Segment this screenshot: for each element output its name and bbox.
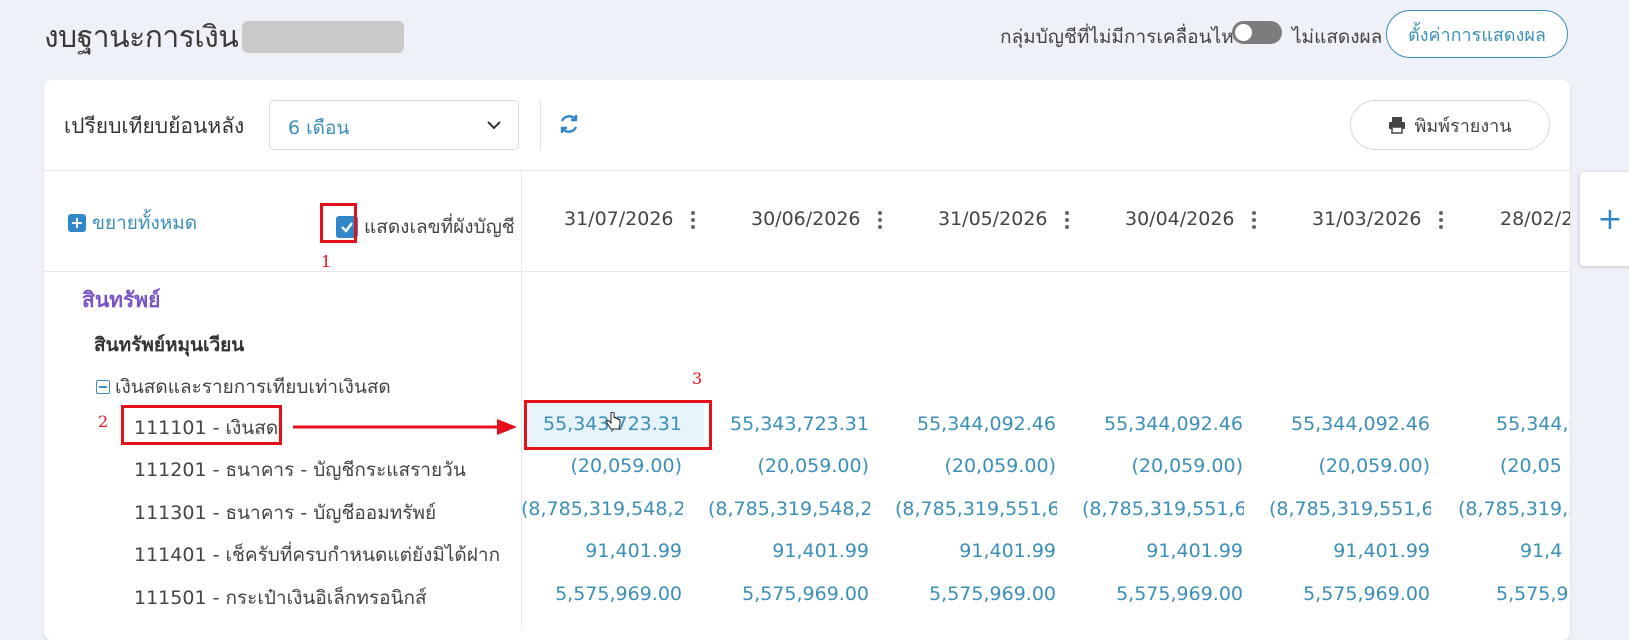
refresh-icon[interactable] [557, 112, 581, 136]
table-cell[interactable]: (20,059.00) [1250, 455, 1430, 477]
collapse-icon[interactable] [96, 380, 110, 394]
printer-icon [1389, 117, 1406, 134]
annotation-box-3 [524, 400, 712, 450]
table-header-top-border [44, 170, 1570, 171]
subcategory-current-assets: สินทรัพย์หมุนเวียน [94, 334, 245, 356]
table-cell[interactable]: (8,785,319,548,2... [708, 498, 870, 520]
row-label-111301[interactable]: 111301 - ธนาคาร - บัญชีออมทรัพย์ [134, 498, 436, 528]
kebab-menu-icon[interactable] [1064, 208, 1070, 232]
toggle-knob [1235, 24, 1252, 41]
toolbar-divider [540, 100, 541, 150]
table-cell[interactable]: (20,059.00) [689, 455, 869, 477]
table-cell[interactable]: (20,059.00) [876, 455, 1056, 477]
print-report-button[interactable]: พิมพ์รายงาน [1350, 100, 1550, 150]
page-title: งบฐานะการเงิน [44, 20, 239, 55]
chevron-down-icon [487, 121, 501, 130]
table-cell[interactable]: (8,785,319,551,6... [1082, 498, 1244, 520]
table-cell[interactable]: (20,059.00) [1063, 455, 1243, 477]
table-cell[interactable]: 5,575,9 [1496, 583, 1570, 605]
annotation-number-1: 1 [321, 252, 332, 271]
row-label-111201[interactable]: 111201 - ธนาคาร - บัญชีกระแสรายวัน [134, 455, 466, 485]
kebab-menu-icon[interactable] [877, 208, 883, 232]
table-cell[interactable]: 5,575,969.00 [1250, 583, 1430, 605]
kebab-menu-icon[interactable] [1438, 208, 1444, 232]
table-header-bottom-border [44, 271, 1570, 272]
table-cell[interactable]: 91,401.99 [1063, 540, 1243, 562]
expand-all-label: ขยายทั้งหมด [92, 212, 198, 234]
inactive-accounts-label: กลุ่มบัญชีที่ไม่มีการเคลื่อนไหว [1000, 26, 1245, 48]
display-settings-button[interactable]: ตั้งค่าการแสดงผล [1386, 10, 1568, 58]
table-cell[interactable]: (8,785,319,548,2... [521, 498, 683, 520]
row-label-111401[interactable]: 111401 - เช็ครับที่ครบกำหนดแต่ยังมิได้ฝา… [134, 540, 500, 570]
table-cell[interactable]: 91,401.99 [502, 540, 682, 562]
annotation-box-2 [121, 405, 282, 445]
column-date-1: 31/07/2026 [564, 208, 674, 230]
add-column-button[interactable]: + [1580, 172, 1629, 266]
column-date-5: 31/03/2026 [1312, 208, 1422, 230]
table-cell[interactable]: (20,059.00) [502, 455, 682, 477]
table-cell[interactable]: 91,401.99 [1250, 540, 1430, 562]
show-account-number-label: แสดงเลขที่ผังบัญชี [364, 216, 515, 238]
table-cell[interactable]: 5,575,969.00 [502, 583, 682, 605]
column-date-2: 30/06/2026 [751, 208, 861, 230]
table-cell[interactable]: 5,575,969.00 [876, 583, 1056, 605]
table-cell[interactable]: 55,344,092.46 [1250, 413, 1430, 435]
kebab-menu-icon[interactable] [690, 208, 696, 232]
annotation-arrow [293, 419, 517, 435]
table-cell[interactable]: 91,401.99 [876, 540, 1056, 562]
show-account-number-option[interactable]: แสดงเลขที่ผังบัญชี [336, 212, 515, 242]
table-cell[interactable]: 5,575,969.00 [1063, 583, 1243, 605]
plus-icon: + [1597, 201, 1623, 237]
table-cell[interactable]: 55,344,092.46 [1063, 413, 1243, 435]
table-cell[interactable]: (8,785,319,551,6... [1269, 498, 1431, 520]
redacted-company-name [242, 21, 404, 53]
group-cash-equivalents-label: เงินสดและรายการเทียบเท่าเงินสด [115, 376, 391, 398]
annotation-number-2: 2 [98, 412, 109, 431]
column-date-6: 28/02/2 [1500, 208, 1570, 230]
annotation-box-1 [320, 203, 357, 243]
plus-square-icon: + [68, 214, 86, 232]
annotation-number-3: 3 [692, 369, 703, 388]
toggle-state-label: ไม่แสดงผล [1292, 26, 1383, 48]
period-select[interactable]: 6 เดือน [269, 100, 519, 150]
category-assets: สินทรัพย์ [82, 288, 161, 312]
table-cell[interactable]: 91,401.99 [689, 540, 869, 562]
table-cell[interactable]: 55,344,0 [1496, 413, 1570, 435]
expand-all-button[interactable]: + ขยายทั้งหมด [68, 208, 197, 238]
period-select-value: 6 เดือน [288, 117, 350, 139]
table-cell[interactable]: 91,4 [1520, 540, 1570, 562]
table-cell[interactable]: (8,785,319,55 [1458, 498, 1570, 520]
table-cell[interactable]: 5,575,969.00 [689, 583, 869, 605]
table-cell[interactable]: (20,05 [1500, 455, 1570, 477]
table-cell[interactable]: 55,343,723.31 [689, 413, 869, 435]
kebab-menu-icon[interactable] [1251, 208, 1257, 232]
column-date-4: 30/04/2026 [1125, 208, 1235, 230]
table-cell[interactable]: (8,785,319,551,6... [895, 498, 1057, 520]
group-cash-equivalents[interactable]: เงินสดและรายการเทียบเท่าเงินสด [96, 372, 391, 402]
table-cell[interactable]: 55,344,092.46 [876, 413, 1056, 435]
inactive-accounts-toggle[interactable] [1232, 21, 1282, 44]
column-date-3: 31/05/2026 [938, 208, 1048, 230]
row-label-111501[interactable]: 111501 - กระเป๋าเงินอิเล็กทรอนิกส์ [134, 583, 427, 613]
compare-label: เปรียบเทียบย้อนหลัง [64, 114, 245, 138]
print-report-label: พิมพ์รายงาน [1414, 115, 1512, 137]
